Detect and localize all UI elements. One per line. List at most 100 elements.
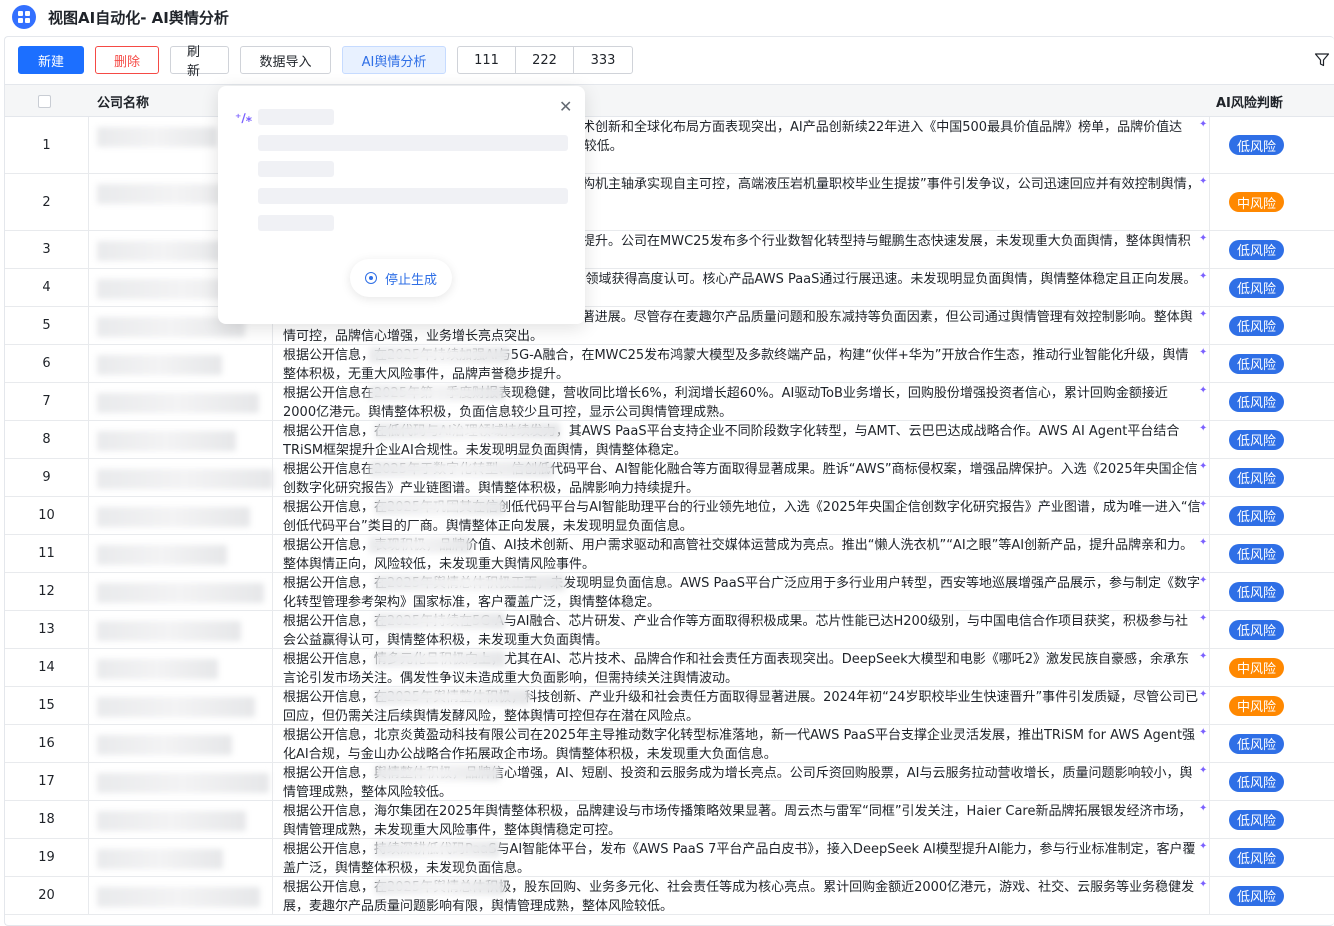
company-name-cell[interactable]	[89, 345, 273, 382]
filter-icon[interactable]	[1314, 52, 1330, 68]
risk-badge: 低风险	[1229, 771, 1285, 792]
table-row[interactable]: 5 舆情整体向好，AI、短剧、投资与云服务业务取得显著进展。尽管存在麦趣尔产品质量…	[5, 307, 1334, 345]
company-name-cell[interactable]	[89, 877, 273, 914]
company-name-cell[interactable]	[89, 611, 273, 648]
ai-sparkle-icon[interactable]: ✦	[1199, 727, 1207, 738]
risk-badge: 低风险	[1229, 885, 1285, 906]
ai-sparkle-icon[interactable]: ✦	[1199, 499, 1207, 510]
table-row[interactable]: 1 体积极，未发现显著负面信息。公司在品牌价值、技术创新和全球化布局方面表现突出，…	[5, 117, 1334, 174]
risk-badge: 中风险	[1229, 657, 1285, 678]
segment-333[interactable]: 333	[574, 47, 632, 73]
refresh-button[interactable]: 刷新	[170, 45, 229, 79]
company-name-cell[interactable]	[89, 497, 273, 534]
ai-sparkle-icon[interactable]: ✦	[1199, 271, 1207, 282]
delete-button[interactable]: 删除	[95, 46, 159, 74]
row-index: 14	[5, 649, 89, 686]
row-index: 18	[5, 801, 89, 838]
company-name-cell[interactable]	[89, 535, 273, 572]
table-row[interactable]: 19 根据公开信息，持续深耕低代码PaaS与AI智能体平台，发布《AWS PaaS…	[5, 839, 1334, 877]
ai-sparkle-icon[interactable]: ✦	[1199, 347, 1207, 358]
ai-analysis-button[interactable]: AI舆情分析	[342, 46, 446, 74]
redacted-company-name	[97, 887, 260, 907]
risk-badge: 低风险	[1229, 277, 1285, 298]
ai-sparkle-icon[interactable]: ✦	[1199, 423, 1207, 434]
table-row[interactable]: 3整体向好，技术创新和产业合作推动品牌影响力持续提升。公司在MWC25发布多个行…	[5, 231, 1334, 269]
select-all-checkbox[interactable]	[38, 94, 51, 108]
header-ai-risk[interactable]: AI风险判断	[1216, 85, 1283, 117]
close-icon[interactable]: ✕	[559, 97, 572, 116]
redacted-company-name	[97, 393, 259, 413]
company-name-cell[interactable]	[89, 801, 273, 838]
table-row[interactable]: 4 25年舆情表现积极，尤其在数字化转型和低代码平台领域获得高度认可。核心产品AW…	[5, 269, 1334, 307]
ai-sparkle-icon[interactable]: ✦	[1199, 233, 1207, 244]
risk-cell: 低风险	[1209, 535, 1334, 572]
new-button[interactable]: 新建	[18, 46, 84, 74]
ai-sparkle-icon[interactable]: ✦	[1199, 309, 1207, 320]
ai-sparkle-icon[interactable]: ✦	[1199, 537, 1207, 548]
table-row[interactable]: 7 根据公开信息在2025年第一季度财报表现稳健，营收同比增长6%，利润增长超60…	[5, 383, 1334, 421]
company-name-cell[interactable]	[89, 763, 273, 800]
ai-sparkle-icon[interactable]: ✦	[1199, 385, 1207, 396]
redacted-company-name	[97, 241, 231, 261]
redacted-company-mention	[369, 385, 505, 401]
company-name-cell[interactable]	[89, 383, 273, 420]
table-row[interactable]: 12 根据公开信息，在2025年舆情总体积极正面，未发现明显负面信息。AWS Pa…	[5, 573, 1334, 611]
table-row[interactable]: 9 根据公开信息在2025年于数字化转型、信创低代码平台、AI智能化融合等方面取得…	[5, 459, 1334, 497]
risk-cell: 中风险	[1209, 687, 1334, 724]
company-name-cell[interactable]	[89, 687, 273, 724]
risk-badge: 低风险	[1229, 391, 1285, 412]
company-name-cell[interactable]	[89, 421, 273, 458]
risk-badge: 中风险	[1229, 192, 1285, 212]
table-row[interactable]: 11 根据公开信息，表现积极，品牌价值、AI技术创新、用户需求驱动和高管社交媒体运…	[5, 535, 1334, 573]
table-row[interactable]: 6 根据公开信息，在2025年持续加强AI与5G-A融合，在MWC25发布鸿蒙大模…	[5, 345, 1334, 383]
ai-sparkle-icon[interactable]: ✦	[1199, 803, 1207, 814]
row-index: 4	[5, 269, 89, 306]
table-row[interactable]: 17 根据公开信息，舆情整体积极，品牌信心增强，AI、短剧、投资和云服务成为增长亮…	[5, 763, 1334, 801]
table-row[interactable]: 8 根据公开信息，在低代码与AI治理领域持续发力，其AWS PaaS平台支持企业不…	[5, 421, 1334, 459]
ai-sparkle-icon[interactable]: ✦	[1199, 765, 1207, 776]
company-name-cell[interactable]	[89, 459, 273, 496]
company-name-cell[interactable]	[89, 839, 273, 876]
segment-222[interactable]: 222	[516, 47, 574, 73]
table-row[interactable]: 2舆情整体积极，品牌价值和市场影响力持续提升。盾构机主轴承实现自主可控，高端液压…	[5, 174, 1334, 231]
table-row[interactable]: 16 根据公开信息，北京炎黄盈动科技有限公司在2025年主导推动数字化转型标准落地…	[5, 725, 1334, 763]
risk-cell: 低风险	[1209, 801, 1334, 838]
risk-badge: 低风险	[1229, 315, 1285, 336]
ai-sparkle-icon[interactable]: ✦	[1199, 613, 1207, 624]
magic-wand-icon: ⁺∕⁎	[235, 111, 252, 125]
table-row[interactable]: 13 根据公开信息，在2025年持续在5G-A与AI融合、芯片研发、产业合作等方面…	[5, 611, 1334, 649]
company-name-cell[interactable]	[89, 649, 273, 686]
ai-sparkle-icon[interactable]: ✦	[1199, 651, 1207, 662]
ai-sparkle-icon[interactable]: ✦	[1199, 841, 1207, 852]
stop-generating-button[interactable]: 停止生成	[350, 259, 452, 297]
risk-cell: 中风险	[1209, 649, 1334, 686]
ai-sparkle-icon[interactable]: ✦	[1199, 879, 1207, 890]
table-row[interactable]: 10 根据公开信息，在2025年巩固其在信创低代码平台与AI智能助理平台的行业领先…	[5, 497, 1334, 535]
header-company-name[interactable]: 公司名称	[97, 85, 149, 117]
table-row[interactable]: 15 根据公开信息，在2025年舆情整体积极，科技创新、产业升级和社会责任方面取得…	[5, 687, 1334, 725]
risk-badge: 低风险	[1229, 809, 1285, 830]
company-name-cell[interactable]	[89, 725, 273, 762]
redacted-company-mention	[369, 347, 510, 363]
segment-111[interactable]: 111	[458, 47, 516, 73]
row-index: 1	[5, 117, 89, 173]
ai-sparkle-icon[interactable]: ✦	[1199, 176, 1207, 187]
ai-sparkle-icon[interactable]: ✦	[1199, 689, 1207, 700]
risk-badge: 低风险	[1229, 429, 1285, 450]
redacted-company-name	[97, 849, 223, 869]
ai-sparkle-icon[interactable]: ✦	[1199, 575, 1207, 586]
import-button[interactable]: 数据导入	[240, 46, 331, 74]
row-index: 3	[5, 231, 89, 268]
ai-sparkle-icon[interactable]: ✦	[1199, 119, 1207, 130]
table-row[interactable]: 18 根据公开信息，海尔集团在2025年舆情整体积极，品牌建设与市场传播策略效果显…	[5, 801, 1334, 839]
table-row[interactable]: 20 根据公开信息，在2025年舆情总体积极，股东回购、业务多元化、社会责任等成为…	[5, 877, 1334, 915]
redacted-company-name	[97, 697, 255, 717]
risk-cell: 低风险	[1209, 763, 1334, 800]
risk-badge: 低风险	[1229, 467, 1285, 488]
risk-cell: 低风险	[1209, 725, 1334, 762]
ai-sparkle-icon[interactable]: ✦	[1199, 461, 1207, 472]
risk-badge: 低风险	[1229, 619, 1285, 640]
company-name-cell[interactable]	[89, 573, 273, 610]
table-row[interactable]: 14 根据公开信息，情多元化且积极向上，尤其在AI、芯片技术、品牌合作和社会责任方…	[5, 649, 1334, 687]
risk-cell: 低风险	[1209, 459, 1334, 496]
